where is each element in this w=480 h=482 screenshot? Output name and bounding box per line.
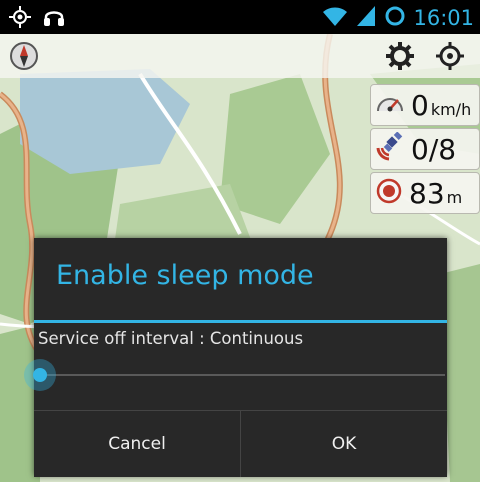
speed-widget[interactable]: 0 km/h <box>370 84 480 126</box>
interval-slider-track[interactable] <box>40 374 445 376</box>
record-target-icon <box>375 177 403 209</box>
interval-label: Service off interval : Continuous <box>38 329 304 348</box>
satellites-value: 0/8 <box>411 132 457 166</box>
locate-target-icon[interactable] <box>432 38 468 74</box>
interval-slider-thumb[interactable] <box>24 359 56 391</box>
signal-icon <box>355 4 377 32</box>
headphones-icon <box>42 5 66 33</box>
accuracy-value: 83 <box>409 176 445 210</box>
map-toolbar <box>0 34 480 78</box>
status-bar: 16:01 <box>0 0 480 34</box>
accuracy-widget[interactable]: 83 m <box>370 172 480 214</box>
gps-icon <box>8 5 32 33</box>
dialog-title: Enable sleep mode <box>56 260 314 291</box>
wifi-icon <box>321 4 349 32</box>
speedometer-icon <box>375 89 405 121</box>
satellites-widget[interactable]: 0/8 <box>370 128 480 170</box>
settings-gear-icon[interactable] <box>382 38 418 74</box>
title-divider <box>34 320 447 323</box>
dialog-button-bar: Cancel OK <box>34 410 447 477</box>
sync-icon <box>383 4 407 32</box>
status-time: 16:01 <box>413 6 474 30</box>
accuracy-unit: m <box>446 187 463 207</box>
speed-unit: km/h <box>430 99 472 119</box>
speed-value: 0 <box>411 88 429 122</box>
satellite-icon <box>375 131 405 166</box>
info-widgets: 0 km/h 0/8 83 m <box>370 84 480 216</box>
sleep-mode-dialog: Enable sleep mode Service off interval :… <box>24 238 447 477</box>
compass-icon[interactable] <box>6 38 42 74</box>
ok-button[interactable]: OK <box>240 411 447 477</box>
cancel-button[interactable]: Cancel <box>34 411 240 477</box>
